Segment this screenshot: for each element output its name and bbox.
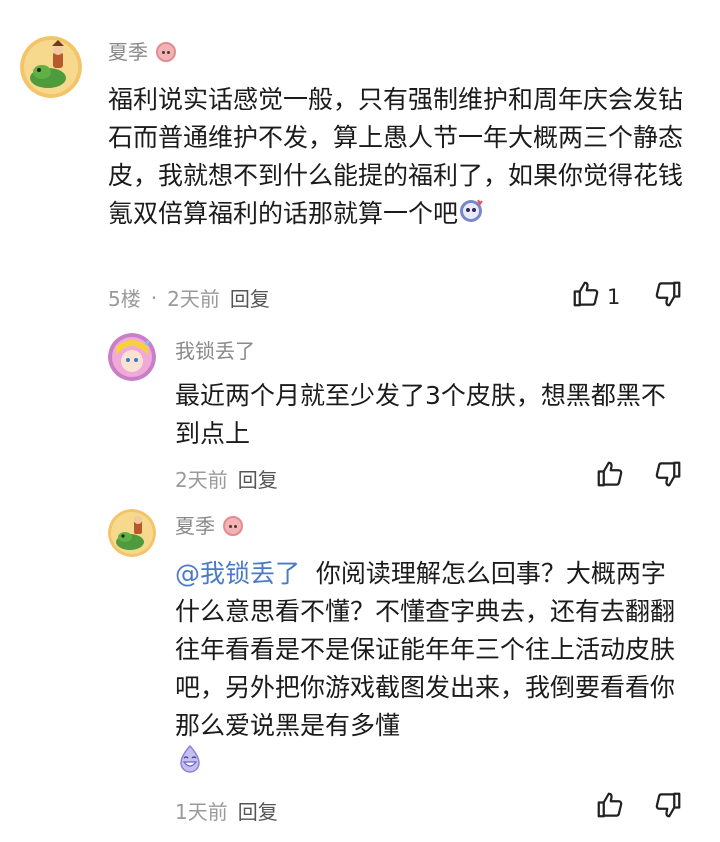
comment-meta: 5楼 · 2天前 回复 — [108, 283, 270, 312]
dislike-button[interactable] — [653, 459, 683, 493]
comment-author[interactable]: 我锁丢了 — [175, 341, 255, 361]
like-count: 1 — [607, 284, 621, 309]
thumbs-up-icon — [571, 279, 601, 314]
like-button[interactable] — [595, 790, 625, 824]
comment-text: 最近两个月就至少发了3个皮肤，想黑都黑不到点上 — [175, 381, 666, 448]
comment-text: 福利说实话感觉一般，只有强制维护和周年庆会发钻石而普通维护不发，算上愚人节一年大… — [108, 81, 698, 235]
like-button[interactable]: 1 — [571, 279, 620, 314]
comment-meta: 1天前 回复 — [175, 796, 278, 825]
dislike-button[interactable] — [653, 279, 683, 313]
blushing-emoji-icon — [458, 196, 486, 235]
level-badge-icon — [223, 516, 243, 536]
comment-text: @我锁丢了 你阅读理解怎么回事？大概两字什么意思看不懂？不懂查字典去，还有去翻翻… — [175, 555, 680, 783]
reply-button[interactable]: 回复 — [238, 796, 278, 825]
grinning-drop-emoji-icon — [175, 744, 205, 785]
thumbs-down-icon — [653, 281, 683, 313]
mention-link[interactable]: @我锁丢了 — [175, 559, 300, 588]
thumbs-down-icon — [653, 461, 683, 493]
comment-author[interactable]: 夏季 — [108, 42, 176, 62]
comment-author[interactable]: 夏季 — [175, 516, 243, 536]
avatar[interactable] — [20, 36, 82, 98]
reply-button[interactable]: 回复 — [230, 283, 270, 312]
level-badge-icon — [156, 42, 176, 62]
like-button[interactable] — [595, 459, 625, 493]
thumbs-up-icon — [595, 461, 625, 493]
dislike-button[interactable] — [653, 790, 683, 824]
comment-meta: 2天前 回复 — [175, 464, 278, 493]
thumbs-up-icon — [595, 792, 625, 824]
emoji-line — [175, 744, 680, 785]
reply-button[interactable]: 回复 — [238, 464, 278, 493]
thumbs-down-icon — [653, 792, 683, 824]
avatar[interactable] — [108, 333, 156, 381]
avatar[interactable] — [108, 509, 156, 557]
